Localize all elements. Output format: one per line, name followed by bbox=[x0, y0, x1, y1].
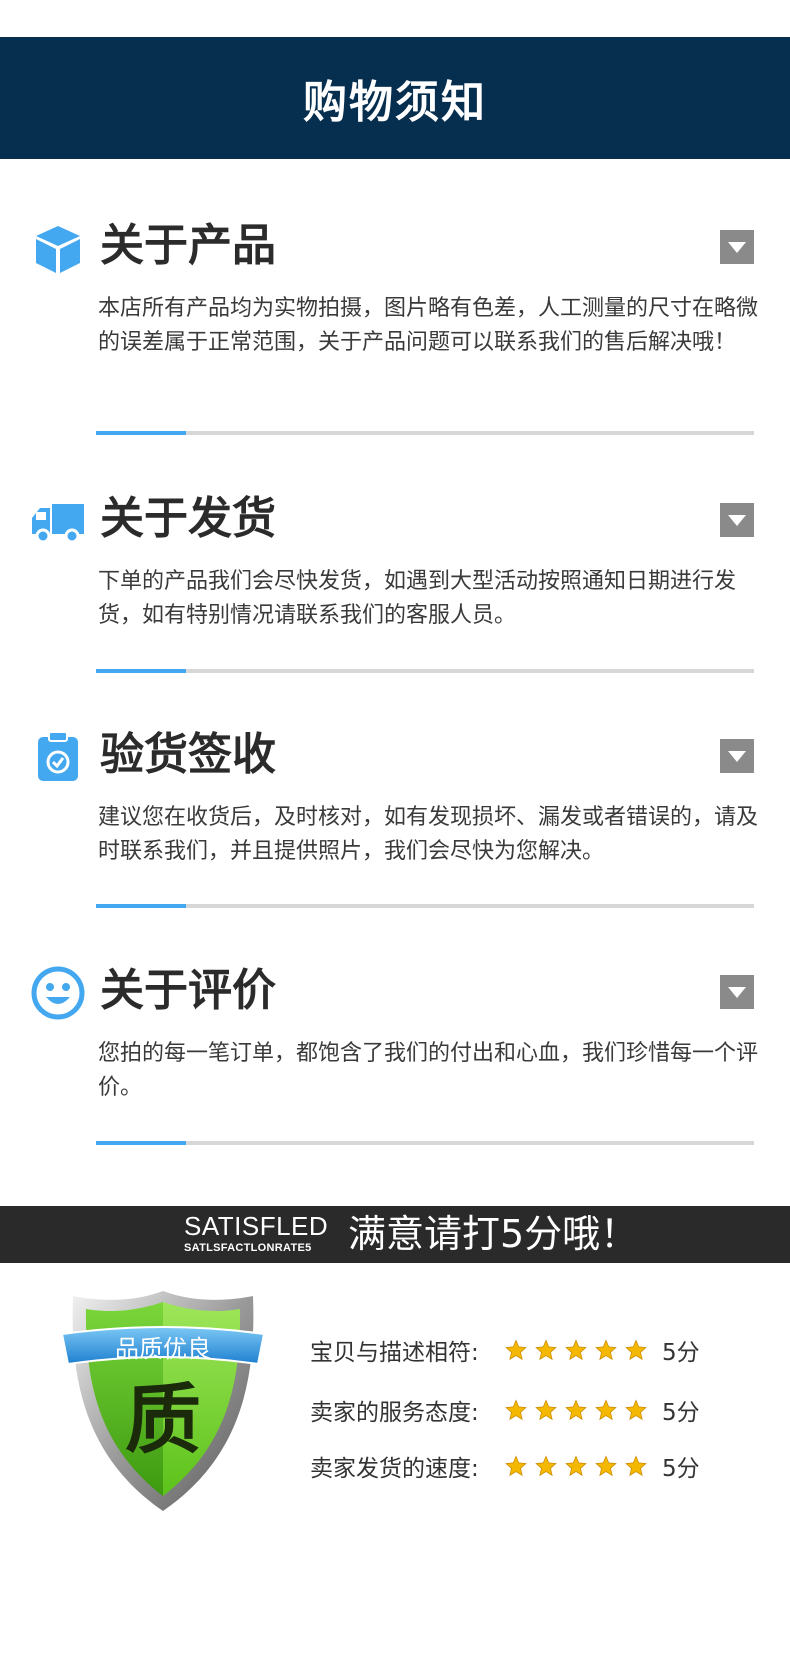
banner-chinese: 满意请打5分哦！ bbox=[348, 1212, 639, 1256]
rating-row-service: 卖家的服务态度: 5分 bbox=[310, 1390, 700, 1430]
star-icon bbox=[595, 1339, 617, 1361]
collapse-toggle-button[interactable] bbox=[720, 739, 754, 773]
star-icon bbox=[535, 1455, 557, 1477]
chevron-down-icon bbox=[728, 241, 746, 253]
banner-english-sub: SATLSFACTLONRATE5 bbox=[184, 1242, 312, 1254]
banner-english: SATISFLED SATLSFACTLONRATE5 bbox=[184, 1211, 328, 1255]
section-divider bbox=[96, 669, 754, 673]
section-body: 建议您在收货后，及时核对，如有发现损坏、漏发或者错误的，请及时联系我们，并且提供… bbox=[98, 805, 759, 864]
star-icon bbox=[565, 1399, 587, 1421]
section-title: 关于评价 bbox=[100, 965, 276, 1016]
section-inspection: 验货签收 建议您在收货后，及时核对，如有发现损坏、漏发或者错误的，请及时联系我们… bbox=[0, 727, 790, 917]
star-icon bbox=[505, 1455, 527, 1477]
section-divider bbox=[96, 1141, 754, 1145]
collapse-toggle-button[interactable] bbox=[720, 503, 754, 537]
rating-score: 5分 bbox=[662, 1340, 700, 1366]
section-body: 本店所有产品均为实物拍摄，图片略有色差，人工测量的尺寸在略微的误差属于正常范围，… bbox=[98, 296, 759, 355]
rating-row-shipping-speed: 卖家发货的速度: 5分 bbox=[310, 1446, 700, 1486]
section-divider bbox=[96, 431, 754, 435]
section-product: 关于产品 本店所有产品均为实物拍摄，图片略有色差，人工测量的尺寸在略微的误差属于… bbox=[0, 218, 790, 438]
star-icon bbox=[565, 1339, 587, 1361]
clipboard-check-icon bbox=[38, 731, 78, 781]
star-icon bbox=[625, 1455, 647, 1477]
star-icon bbox=[505, 1339, 527, 1361]
star-icon bbox=[565, 1455, 587, 1477]
badge-center-char: 质 bbox=[125, 1375, 201, 1464]
star-icon bbox=[535, 1399, 557, 1421]
section-divider bbox=[96, 904, 754, 908]
star-icon bbox=[625, 1339, 647, 1361]
section-title: 验货签收 bbox=[100, 729, 276, 780]
badge-ribbon-text: 品质优良 bbox=[115, 1335, 211, 1363]
rating-label: 宝贝与描述相符: bbox=[310, 1340, 479, 1366]
chevron-down-icon bbox=[728, 750, 746, 762]
section-body: 您拍的每一笔订单，都饱含了我们的付出和心血，我们珍惜每一个评价。 bbox=[98, 1041, 759, 1100]
collapse-toggle-button[interactable] bbox=[720, 975, 754, 1009]
box-icon bbox=[36, 226, 80, 273]
chevron-down-icon bbox=[728, 514, 746, 526]
star-rating bbox=[505, 1339, 660, 1361]
star-rating bbox=[505, 1399, 660, 1421]
section-title: 关于产品 bbox=[100, 220, 276, 271]
rating-label: 卖家的服务态度: bbox=[310, 1400, 479, 1426]
section-review: 关于评价 您拍的每一笔订单，都饱含了我们的付出和心血，我们珍惜每一个评价。 bbox=[0, 963, 790, 1153]
rating-row-description: 宝贝与描述相符: 5分 bbox=[310, 1330, 700, 1370]
page-header: 购物须知 bbox=[0, 37, 790, 159]
truck-icon bbox=[32, 504, 84, 544]
page-title: 购物须知 bbox=[303, 77, 487, 128]
star-icon bbox=[595, 1455, 617, 1477]
chevron-down-icon bbox=[728, 986, 746, 998]
quality-shield-badge: 品质优良 质 bbox=[60, 1291, 266, 1511]
section-shipping: 关于发货 下单的产品我们会尽快发货，如遇到大型活动按照通知日期进行发货，如有特别… bbox=[0, 491, 790, 681]
rating-score: 5分 bbox=[662, 1400, 700, 1426]
section-body: 下单的产品我们会尽快发货，如遇到大型活动按照通知日期进行发货，如有特别情况请联系… bbox=[98, 569, 737, 628]
section-title: 关于发货 bbox=[100, 493, 276, 544]
rating-label: 卖家发货的速度: bbox=[310, 1456, 479, 1482]
star-icon bbox=[625, 1399, 647, 1421]
star-icon bbox=[505, 1399, 527, 1421]
star-icon bbox=[535, 1339, 557, 1361]
smiley-icon bbox=[31, 966, 85, 1020]
rating-banner: SATISFLED SATLSFACTLONRATE5 满意请打5分哦！ bbox=[0, 1206, 790, 1263]
rating-score: 5分 bbox=[662, 1456, 700, 1482]
banner-english-main: SATISFLED bbox=[184, 1211, 329, 1241]
collapse-toggle-button[interactable] bbox=[720, 230, 754, 264]
star-rating bbox=[505, 1455, 660, 1477]
star-icon bbox=[595, 1399, 617, 1421]
